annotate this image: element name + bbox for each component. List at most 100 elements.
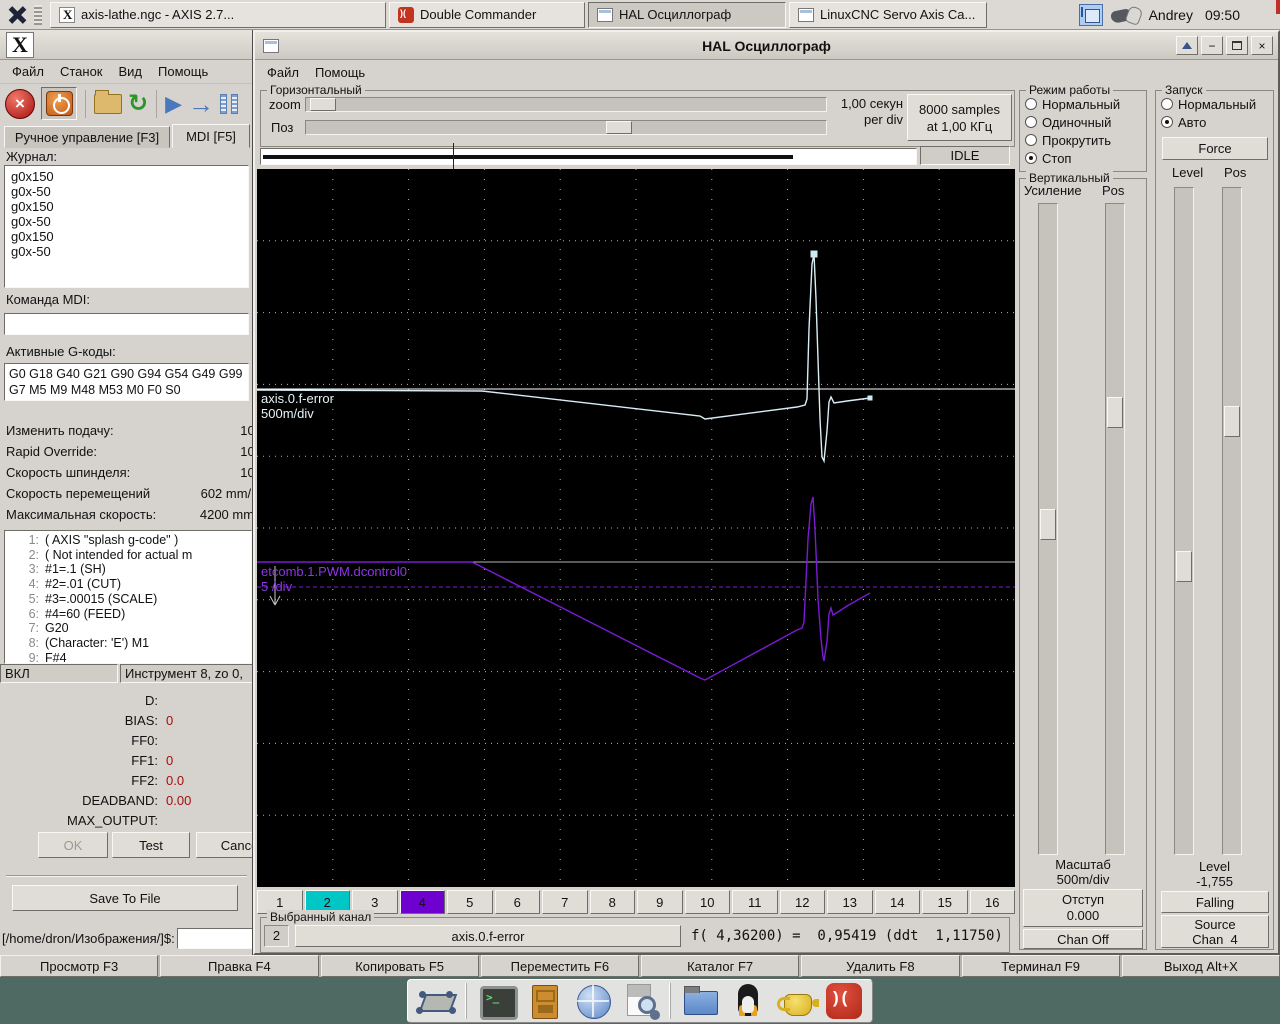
menu-item[interactable]: Станок xyxy=(60,64,103,79)
taskbar-tab-4[interactable]: LinuxCNC Servo Axis Ca... xyxy=(789,2,987,28)
channel-button-8[interactable]: 8 xyxy=(590,890,636,914)
trigger-source-button[interactable]: Source Chan 4 xyxy=(1161,915,1269,948)
channel-button-11[interactable]: 11 xyxy=(732,890,778,914)
gain-slider[interactable] xyxy=(1038,203,1058,855)
pause-button[interactable] xyxy=(220,94,238,114)
trigger-option-1[interactable]: Нормальный xyxy=(1156,95,1273,113)
terminal-icon[interactable] xyxy=(474,981,518,1021)
taskbar-tab-1[interactable]: axis-lathe.ngc - AXIS 2.7... xyxy=(50,2,386,28)
channel-button-5[interactable]: 5 xyxy=(447,890,493,914)
samples-button[interactable]: 8000 samples at 1,00 КГц xyxy=(907,94,1012,141)
fnkey-button-f4[interactable]: Правка F4 xyxy=(160,955,318,977)
trigger-pos-slider[interactable] xyxy=(1222,187,1242,855)
web-browser-icon[interactable] xyxy=(570,981,614,1021)
fnkey-button-f8[interactable]: Удалить F8 xyxy=(801,955,959,977)
rate-line1: 1,00 секун xyxy=(829,96,903,112)
trigger-level-handle[interactable] xyxy=(1176,551,1192,582)
run-mode-option-4[interactable]: Стоп xyxy=(1020,149,1146,167)
double-commander-icon[interactable] xyxy=(822,981,866,1021)
zoom-slider[interactable] xyxy=(305,97,827,112)
teapot-icon[interactable] xyxy=(774,981,818,1021)
run-mode-option-3[interactable]: Прокрутить xyxy=(1020,131,1146,149)
menu-item[interactable]: Файл xyxy=(267,65,299,80)
axis-titlebar[interactable]: X xyxy=(0,30,253,60)
trigger-level-slider[interactable] xyxy=(1174,187,1194,855)
mdi-command-input[interactable] xyxy=(4,313,249,335)
taskbar-grip[interactable] xyxy=(34,5,42,25)
channel-button-6[interactable]: 6 xyxy=(495,890,541,914)
trigger-option-2[interactable]: Авто xyxy=(1156,113,1273,131)
channel-button-15[interactable]: 15 xyxy=(922,890,968,914)
machine-power-button[interactable] xyxy=(41,87,77,120)
tab-mdi[interactable]: MDI [F5] xyxy=(172,124,250,148)
fnkey-button-f7[interactable]: Каталог F7 xyxy=(641,955,799,977)
step-button[interactable]: → xyxy=(188,91,214,117)
open-file-button[interactable] xyxy=(94,94,122,114)
fnkey-button-f9[interactable]: Терминал F9 xyxy=(962,955,1120,977)
override-value: 100 xyxy=(176,444,253,459)
estop-button[interactable]: × xyxy=(5,89,35,119)
fnkey-button-f10[interactable]: Выход Alt+X xyxy=(1122,955,1280,977)
run-mode-option-2[interactable]: Одиночный xyxy=(1020,113,1146,131)
screenshot-tool-icon[interactable] xyxy=(414,981,458,1021)
halscope-titlebar[interactable]: HAL Осциллограф − × xyxy=(255,32,1278,60)
cancel-button[interactable]: Cancel xyxy=(196,832,253,858)
menu-item[interactable]: Помощь xyxy=(315,65,365,80)
run-button[interactable]: ▶ xyxy=(165,90,182,118)
ok-button[interactable]: OK xyxy=(38,832,108,858)
vertical-pos-handle[interactable] xyxy=(1107,397,1123,428)
zoom-slider-handle[interactable] xyxy=(310,98,336,111)
maximize-button[interactable] xyxy=(1226,36,1248,55)
menu-item[interactable]: Вид xyxy=(119,64,143,79)
minimize-button[interactable]: − xyxy=(1201,36,1223,55)
window-manager-icon[interactable] xyxy=(4,3,30,27)
offset-button[interactable]: Отступ 0.000 xyxy=(1023,889,1143,927)
gamepad-mouse-icon[interactable] xyxy=(1111,4,1141,26)
fnkey-button-f5[interactable]: Копировать F5 xyxy=(321,955,479,977)
reload-button[interactable]: ↻ xyxy=(128,90,148,118)
fnkey-button-f3[interactable]: Просмотр F3 xyxy=(0,955,158,977)
taskbar-tab-2[interactable]: Double Commander xyxy=(389,2,585,28)
pos-slider-handle[interactable] xyxy=(606,121,632,134)
tux-penguin-icon[interactable] xyxy=(726,981,770,1021)
channel-button-9[interactable]: 9 xyxy=(637,890,683,914)
channel-button-13[interactable]: 13 xyxy=(827,890,873,914)
channel-button-16[interactable]: 16 xyxy=(970,890,1016,914)
trigger-pos-handle[interactable] xyxy=(1224,406,1240,437)
mdi-history-list[interactable]: g0x150g0x-50g0x150g0x-50g0x150g0x-50 xyxy=(4,165,249,288)
trigger-position-marker[interactable] xyxy=(453,143,454,169)
taskbar-tab-3[interactable]: HAL Осциллограф xyxy=(588,2,786,28)
channel-button-7[interactable]: 7 xyxy=(542,890,588,914)
menu-item[interactable]: Помощь xyxy=(158,64,208,79)
run-mode-option-1[interactable]: Нормальный xyxy=(1020,95,1146,113)
channel-button-12[interactable]: 12 xyxy=(780,890,826,914)
shade-button[interactable] xyxy=(1176,36,1198,55)
channel-button-4[interactable]: 4 xyxy=(400,890,446,914)
force-trigger-button[interactable]: Force xyxy=(1162,137,1268,160)
channel-button-14[interactable]: 14 xyxy=(875,890,921,914)
run-mode-options: НормальныйОдиночныйПрокрутитьСтоп xyxy=(1020,95,1146,167)
calibration-row: FF2:0.0 xyxy=(0,770,253,790)
folder-icon[interactable] xyxy=(678,981,722,1021)
fnkey-button-f6[interactable]: Переместить F6 xyxy=(481,955,639,977)
chan-off-button[interactable]: Chan Off xyxy=(1023,929,1143,949)
document-search-icon[interactable] xyxy=(618,981,662,1021)
gcode-listing[interactable]: 1:( AXIS "splash g-code" )2:( Not intend… xyxy=(4,530,252,664)
tray-separator xyxy=(465,983,467,1019)
tab-manual-control[interactable]: Ручное управление [F3] xyxy=(4,126,170,148)
tray-window-icon[interactable] xyxy=(1079,4,1103,26)
gain-slider-handle[interactable] xyxy=(1040,509,1056,540)
menu-item[interactable]: Файл xyxy=(12,64,44,79)
trigger-edge-button[interactable]: Falling xyxy=(1161,891,1269,913)
dc-command-input[interactable] xyxy=(177,928,253,949)
test-button[interactable]: Test xyxy=(112,832,190,858)
selected-channel-name-button[interactable]: axis.0.f-error xyxy=(295,925,681,947)
close-button[interactable]: × xyxy=(1251,36,1273,55)
file-cabinet-icon[interactable] xyxy=(522,981,566,1021)
pos-slider[interactable] xyxy=(305,120,827,135)
vertical-pos-slider[interactable] xyxy=(1105,203,1125,855)
gcode-line-number: 7: xyxy=(5,621,39,636)
save-to-file-button[interactable]: Save To File xyxy=(12,885,238,911)
toolbar-separator xyxy=(156,90,157,118)
channel-button-10[interactable]: 10 xyxy=(685,890,731,914)
